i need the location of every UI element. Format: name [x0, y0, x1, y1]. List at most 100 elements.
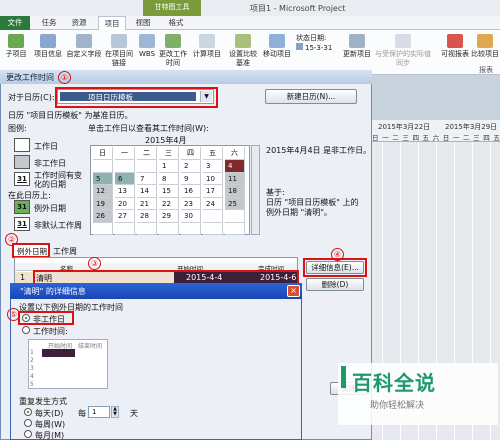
- working-times-radio[interactable]: [22, 326, 30, 334]
- gantt-day-row: 日一二三四五六日一二三四五: [372, 134, 500, 142]
- every-input[interactable]: 1: [88, 406, 110, 418]
- legend-exception-box: 31: [14, 200, 30, 214]
- calendar-scrollbar[interactable]: [251, 145, 260, 235]
- calendar-day[interactable]: [93, 222, 113, 235]
- tab-view[interactable]: 视图: [130, 16, 156, 30]
- calendar-day[interactable]: 6: [115, 172, 135, 185]
- calendar-day[interactable]: 28: [137, 210, 157, 223]
- tab-resource[interactable]: 资源: [66, 16, 92, 30]
- tab-project[interactable]: 项目: [98, 16, 126, 31]
- calendar-day[interactable]: 23: [181, 197, 201, 210]
- move-project-button[interactable]: 移动项目: [262, 34, 292, 59]
- status-date[interactable]: 状态日期: 15-3-31: [296, 34, 336, 53]
- weekly-radio[interactable]: [24, 419, 32, 427]
- calendar-day[interactable]: 1: [159, 160, 179, 173]
- calendar-day[interactable]: 20: [115, 197, 135, 210]
- set-baseline-button[interactable]: 设置比较基准: [226, 34, 260, 68]
- calendar-day[interactable]: 15: [159, 185, 179, 198]
- calendar-day[interactable]: [225, 210, 245, 223]
- calendar-day[interactable]: [115, 222, 135, 235]
- calendar-day[interactable]: [93, 160, 113, 173]
- calendar-day[interactable]: 11: [225, 172, 245, 185]
- selected-cell[interactable]: [42, 349, 75, 357]
- tab-exceptions[interactable]: 例外日期: [12, 243, 50, 258]
- link-projects-button[interactable]: 在项目间链接: [102, 34, 136, 68]
- project-info-button[interactable]: 项目信息: [30, 34, 66, 59]
- calendar-day[interactable]: 29: [159, 210, 179, 223]
- tab-work-weeks[interactable]: 工作周: [53, 246, 77, 257]
- legend-exception-label: 例外日期: [34, 204, 66, 213]
- compare-projects-button[interactable]: 比较项目: [470, 34, 500, 59]
- calendar-day[interactable]: 22: [159, 197, 179, 210]
- gantt-date-2: 2015年3月29日: [445, 123, 498, 131]
- context-tab-label: 甘特图工具: [143, 0, 201, 17]
- calendar-day[interactable]: 3: [203, 160, 223, 173]
- close-icon[interactable]: ×: [287, 285, 300, 297]
- calendar-day[interactable]: [225, 222, 245, 235]
- calendar-day[interactable]: 13: [115, 185, 135, 198]
- calendar-day[interactable]: 8: [159, 172, 179, 185]
- calendar-day[interactable]: 7: [137, 172, 157, 185]
- calendar-day[interactable]: 4: [225, 160, 245, 173]
- legend-changed-label: 工作时间有变化的日期: [34, 171, 82, 189]
- based-on-label: 基于:: [266, 188, 285, 197]
- custom-fields-button[interactable]: 自定义字段: [66, 34, 102, 59]
- calendar-day[interactable]: 9: [181, 172, 201, 185]
- details-title: "清明" 的详细信息: [20, 287, 86, 296]
- tab-task[interactable]: 任务: [36, 16, 62, 30]
- calendar-day[interactable]: 12: [93, 185, 113, 198]
- chart-icon: [447, 34, 463, 48]
- month-calendar[interactable]: 日一二三四五六 1 2 3 4 5 6 7 8 9 10 11 12 13 14 15 16 17 18 19 20 21…: [90, 145, 250, 235]
- calendar-day[interactable]: 26: [93, 210, 113, 223]
- calendar-day[interactable]: [203, 222, 223, 235]
- info-icon: [40, 34, 56, 48]
- monthly-radio[interactable]: [24, 430, 32, 438]
- calendar-day[interactable]: [115, 160, 135, 173]
- calendar-day[interactable]: [159, 222, 179, 235]
- calendar-day[interactable]: 18: [225, 185, 245, 198]
- calendar-day[interactable]: [181, 222, 201, 235]
- sync-protected-button[interactable]: 与受保护的实际值同步: [372, 34, 434, 68]
- calendar-select[interactable]: 项目日历模板 ▼: [57, 89, 214, 104]
- tab-format[interactable]: 格式: [163, 16, 189, 30]
- compare-icon: [477, 34, 493, 48]
- calendar-day[interactable]: 21: [137, 197, 157, 210]
- calendar-day[interactable]: 10: [203, 172, 223, 185]
- calendar-day[interactable]: [137, 222, 157, 235]
- calendar-day[interactable]: 16: [181, 185, 201, 198]
- calendar-day[interactable]: 25: [225, 197, 245, 210]
- chevron-down-icon[interactable]: ▼: [200, 91, 212, 102]
- calendar-day[interactable]: 24: [203, 197, 223, 210]
- calendar-day[interactable]: [137, 160, 157, 173]
- calendar-day[interactable]: 14: [137, 185, 157, 198]
- calendar-day[interactable]: 17: [203, 185, 223, 198]
- subproject-button[interactable]: 子项目: [2, 34, 30, 59]
- wbs-button[interactable]: WBS: [136, 34, 158, 59]
- change-working-time-button[interactable]: 更改工作时间: [158, 34, 188, 68]
- nonworking-radio[interactable]: [22, 314, 30, 322]
- link-icon: [111, 34, 127, 48]
- status-date-icon: [296, 43, 303, 50]
- col-end-time: 结束时间: [78, 343, 103, 350]
- details-button[interactable]: 详细信息(E)...: [306, 261, 364, 274]
- every-stepper[interactable]: ▲ ▼: [111, 406, 119, 418]
- calculate-project-button[interactable]: 计算项目: [190, 34, 224, 59]
- calendar-day[interactable]: [203, 210, 223, 223]
- visual-reports-button[interactable]: 可视报表: [440, 34, 470, 59]
- annotation-1: ①: [58, 71, 71, 84]
- daily-radio[interactable]: [24, 408, 32, 416]
- delete-button[interactable]: 删除(D): [306, 278, 364, 291]
- calendar-day[interactable]: 30: [181, 210, 201, 223]
- calendar-day[interactable]: 5: [93, 172, 113, 185]
- update-project-button[interactable]: 更新项目: [342, 34, 372, 59]
- working-times-label: 工作时间:: [33, 327, 68, 336]
- calendar-day[interactable]: 19: [93, 197, 113, 210]
- calendar-day[interactable]: 27: [115, 210, 135, 223]
- for-calendar-label: 对于日历(C):: [8, 93, 55, 102]
- fields-icon: [76, 34, 92, 48]
- new-calendar-button[interactable]: 新建日历(N)...: [265, 89, 357, 104]
- based-on-text: 日历 "项目日历模板" 上的例外日期 "清明"。: [266, 198, 359, 217]
- subproject-icon: [8, 34, 24, 48]
- tab-file[interactable]: 文件: [0, 16, 30, 30]
- calendar-day[interactable]: 2: [181, 160, 201, 173]
